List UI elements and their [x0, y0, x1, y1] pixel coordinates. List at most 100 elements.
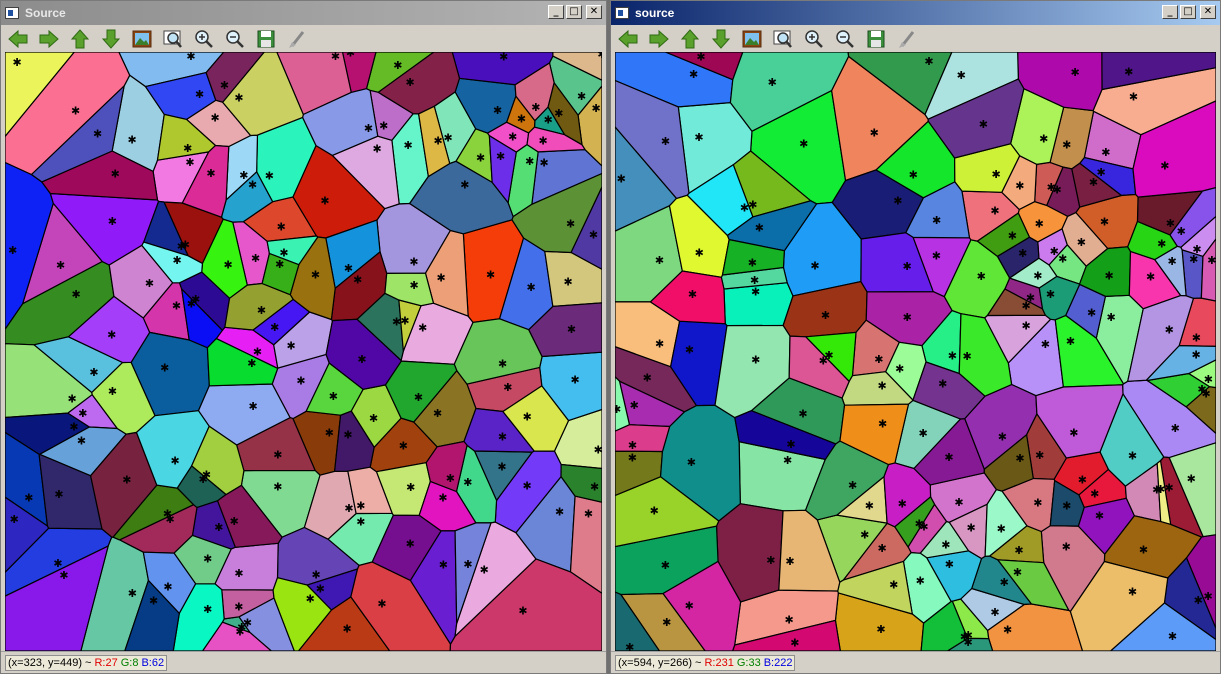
seed-point-marker: ✱ [570, 373, 579, 386]
close-button[interactable]: ✕ [586, 5, 602, 19]
title-bar[interactable]: Source _ □ ✕ [1, 1, 606, 25]
zoom-in-icon[interactable] [801, 27, 826, 51]
seed-point-marker: ✱ [1146, 271, 1155, 284]
seed-point-marker: ✱ [1168, 255, 1177, 268]
seed-point-marker: ✱ [625, 641, 634, 651]
seed-point-marker: ✱ [1035, 217, 1044, 230]
seed-point-marker: ✱ [508, 130, 517, 143]
seed-point-marker: ✱ [356, 500, 365, 513]
pixel-info: (x=323, y=449) ~ R:27 G:8 B:62 [5, 654, 168, 671]
seed-point-marker: ✱ [270, 321, 279, 334]
seed-point-marker: ✱ [1013, 566, 1022, 579]
title-bar[interactable]: source _ □ ✕ [611, 1, 1220, 25]
seed-point-marker: ✱ [476, 151, 485, 164]
seed-point-marker: ✱ [1015, 179, 1024, 192]
zoom-fit-icon[interactable] [770, 27, 795, 51]
voronoi-image[interactable]: ✱ ✱ ✱ ✱ ✱ ✱ ✱ ✱ ✱ ✱ ✱ ✱ ✱ ✱ ✱ ✱ ✱ ✱ ✱ ✱ ✱ ✱ ✱ ✱ ✱ ✱ ✱ ✱ ✱ ✱ ✱ ✱ ✱ ✱ ✱ ✱ ✱ ✱ ✱ ✱… [615, 52, 1216, 651]
seed-point-marker: ✱ [1035, 449, 1044, 462]
seed-point-marker: ✱ [540, 157, 549, 170]
seed-point-marker: ✱ [496, 150, 505, 163]
seed-point-marker: ✱ [1165, 482, 1174, 495]
maximize-button[interactable]: □ [566, 5, 582, 19]
arrow-right-icon[interactable] [36, 27, 61, 51]
close-button[interactable]: ✕ [1200, 5, 1216, 19]
seed-point-marker: ✱ [1160, 160, 1169, 173]
seed-point-marker: ✱ [439, 558, 448, 571]
seed-point-marker: ✱ [932, 214, 941, 227]
seed-point-marker: ✱ [748, 198, 757, 211]
seed-point-marker: ✱ [410, 279, 419, 292]
arrow-right-icon[interactable] [646, 27, 671, 51]
seed-point-marker: ✱ [234, 91, 243, 104]
seed-point-marker: ✱ [810, 260, 819, 273]
seed-point-marker: ✱ [865, 500, 874, 513]
seed-point-marker: ✱ [54, 488, 63, 501]
seed-point-marker: ✱ [941, 538, 950, 551]
seed-point-marker: ✱ [643, 371, 652, 384]
seed-point-marker: ✱ [567, 323, 576, 336]
seed-point-marker: ✱ [460, 179, 469, 192]
maximize-button[interactable]: □ [1180, 5, 1196, 19]
seed-point-marker: ✱ [379, 119, 388, 132]
minimize-button[interactable]: _ [1162, 5, 1178, 19]
arrow-up-icon[interactable] [677, 27, 702, 51]
seed-point-marker: ✱ [518, 604, 527, 617]
seed-point-marker: ✱ [979, 118, 988, 131]
seed-point-marker: ✱ [406, 481, 415, 494]
seed-point-marker: ✱ [790, 637, 799, 650]
seed-point-marker: ✱ [1022, 319, 1031, 332]
image-canvas[interactable]: ✱ ✱ ✱ ✱ ✱ ✱ ✱ ✱ ✱ ✱ ✱ ✱ ✱ ✱ ✱ ✱ ✱ ✱ ✱ ✱ ✱ ✱ ✱ ✱ ✱ ✱ ✱ ✱ ✱ ✱ ✱ ✱ ✱ ✱ ✱ ✱ ✱ ✱ ✱ ✱… [615, 52, 1216, 651]
toolbar [1, 25, 606, 52]
zoom-fit-icon[interactable] [160, 27, 185, 51]
seed-point-marker: ✱ [316, 582, 325, 595]
seed-point-marker: ✱ [13, 56, 22, 69]
seed-point-marker: ✱ [589, 228, 598, 241]
image-icon[interactable] [739, 27, 764, 51]
minimize-button[interactable]: _ [548, 5, 564, 19]
seed-point-marker: ✱ [353, 273, 362, 286]
seed-point-marker: ✱ [71, 104, 80, 117]
arrow-left-icon[interactable] [615, 27, 640, 51]
image-canvas[interactable]: ✱ ✱ ✱ ✱ ✱ ✱ ✱ ✱ ✱ ✱ ✱ ✱ ✱ ✱ ✱ ✱ ✱ ✱ ✱ ✱ ✱ ✱ ✱ ✱ ✱ ✱ ✱ ✱ ✱ ✱ ✱ ✱ ✱ ✱ ✱ ✱ ✱ ✱ ✱ ✱… [5, 52, 602, 651]
seed-point-marker: ✱ [938, 377, 947, 390]
green-value: G:8 [120, 656, 139, 669]
seed-point-marker: ✱ [821, 309, 830, 322]
properties-icon[interactable] [284, 27, 309, 51]
seed-point-marker: ✱ [687, 456, 696, 469]
seed-point-marker: ✱ [497, 461, 506, 474]
seed-point-marker: ✱ [399, 439, 408, 452]
seed-point-marker: ✱ [893, 194, 902, 207]
seed-point-marker: ✱ [172, 300, 181, 313]
seed-point-marker: ✱ [685, 600, 694, 613]
window-title: Source [25, 6, 66, 20]
zoom-out-icon[interactable] [222, 27, 247, 51]
arrow-down-icon[interactable] [98, 27, 123, 51]
seed-point-marker: ✱ [1071, 66, 1080, 79]
seed-point-marker: ✱ [1192, 349, 1201, 362]
arrow-up-icon[interactable] [67, 27, 92, 51]
seed-point-marker: ✱ [356, 515, 365, 528]
seed-point-marker: ✱ [1021, 300, 1030, 313]
seed-point-marker: ✱ [878, 542, 887, 555]
seed-point-marker: ✱ [24, 491, 33, 504]
properties-icon[interactable] [894, 27, 919, 51]
seed-point-marker: ✱ [163, 581, 172, 594]
zoom-in-icon[interactable] [191, 27, 216, 51]
zoom-out-icon[interactable] [832, 27, 857, 51]
save-icon[interactable] [253, 27, 278, 51]
arrow-down-icon[interactable] [708, 27, 733, 51]
seed-point-marker: ✱ [650, 504, 659, 517]
arrow-left-icon[interactable] [5, 27, 30, 51]
seed-point-marker: ✱ [493, 104, 502, 117]
seed-point-marker: ✱ [344, 502, 353, 515]
seed-point-marker: ✱ [554, 107, 563, 120]
save-icon[interactable] [863, 27, 888, 51]
seed-point-marker: ✱ [1062, 541, 1071, 554]
seed-point-marker: ✱ [945, 558, 954, 571]
seed-point-marker: ✱ [874, 353, 883, 366]
seed-point-marker: ✱ [1177, 225, 1186, 238]
seed-point-marker: ✱ [1062, 138, 1071, 151]
seed-point-marker: ✱ [751, 353, 760, 366]
voronoi-image[interactable]: ✱ ✱ ✱ ✱ ✱ ✱ ✱ ✱ ✱ ✱ ✱ ✱ ✱ ✱ ✱ ✱ ✱ ✱ ✱ ✱ ✱ ✱ ✱ ✱ ✱ ✱ ✱ ✱ ✱ ✱ ✱ ✱ ✱ ✱ ✱ ✱ ✱ ✱ ✱ ✱… [5, 52, 602, 651]
image-icon[interactable] [129, 27, 154, 51]
